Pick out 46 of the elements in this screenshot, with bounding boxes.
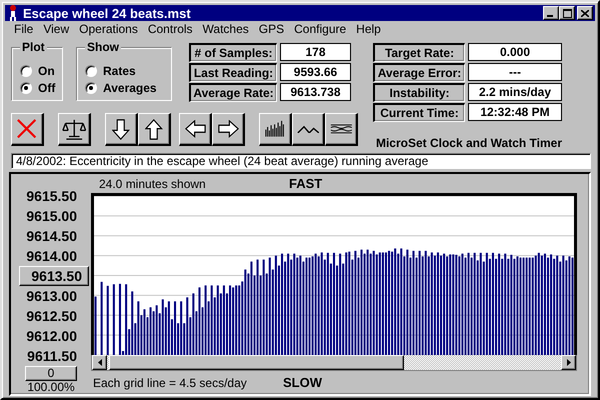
axis-label: 9615.50	[25, 187, 78, 206]
group-title: Plot	[20, 40, 47, 54]
stat-label: # of Samples:	[189, 43, 277, 62]
stat-label: Average Rate:	[189, 83, 277, 102]
time-span-label: 24.0 minutes shown	[98, 176, 207, 190]
radio-label: Rates	[103, 64, 136, 78]
radio-label: Averages	[103, 80, 157, 94]
axis-label: 9615.00	[25, 207, 78, 226]
axis-label: 9611.50	[26, 347, 78, 366]
menu-item[interactable]: Operations	[74, 22, 143, 36]
menu-item[interactable]: GPS	[254, 22, 290, 36]
menu-item[interactable]: Watches	[198, 22, 254, 36]
stat-value: 2.2 mins/day	[468, 83, 562, 101]
axis-label: 9614.00	[25, 247, 78, 266]
menu-item[interactable]: File	[9, 22, 38, 36]
slow-label: SLOW	[283, 375, 322, 390]
offset-button[interactable]: 0	[25, 366, 77, 381]
axis-label: 9613.00	[25, 287, 78, 306]
note-field[interactable]: 4/8/2002: Eccentricity in the escape wheel (24 beat average) running average	[11, 153, 591, 169]
stat-label: Average Error:	[373, 63, 465, 82]
menu-item[interactable]: View	[38, 22, 74, 36]
menu-item[interactable]: Help	[351, 22, 386, 36]
stat-label: Target Rate:	[373, 43, 465, 62]
stat-value: 0.000	[468, 43, 562, 61]
zoom-percent: 100.00%	[27, 381, 75, 394]
axis-label: 9612.50	[25, 307, 78, 326]
fast-label: FAST	[289, 176, 322, 191]
scale-center-button[interactable]: 9613.50	[19, 266, 89, 286]
stat-value: 9613.738	[280, 83, 351, 101]
stat-label: Instability:	[373, 83, 465, 102]
stat-value: 9593.66	[280, 63, 351, 81]
stat-label: Last Reading:	[189, 63, 277, 82]
radio-label: Off	[38, 80, 56, 94]
menu-item[interactable]: Configure	[289, 22, 352, 36]
grid-scale-note: Each grid line = 4.5 secs/day	[92, 376, 248, 390]
stat-value: ---	[468, 63, 562, 81]
window-title: Escape wheel 24 beats.mst	[23, 6, 192, 20]
stat-value: 12:32:48 PM	[468, 103, 562, 121]
group-title: Show	[85, 40, 121, 54]
menu-item[interactable]: Controls	[142, 22, 198, 36]
stat-value: 178	[280, 43, 351, 61]
radio-label: On	[38, 64, 55, 78]
axis-label: 9612.00	[25, 327, 78, 346]
stat-label: Current Time:	[373, 103, 465, 122]
axis-label: 9614.50	[25, 227, 78, 246]
app-name: MicroSet Clock and Watch Timer	[374, 136, 562, 150]
